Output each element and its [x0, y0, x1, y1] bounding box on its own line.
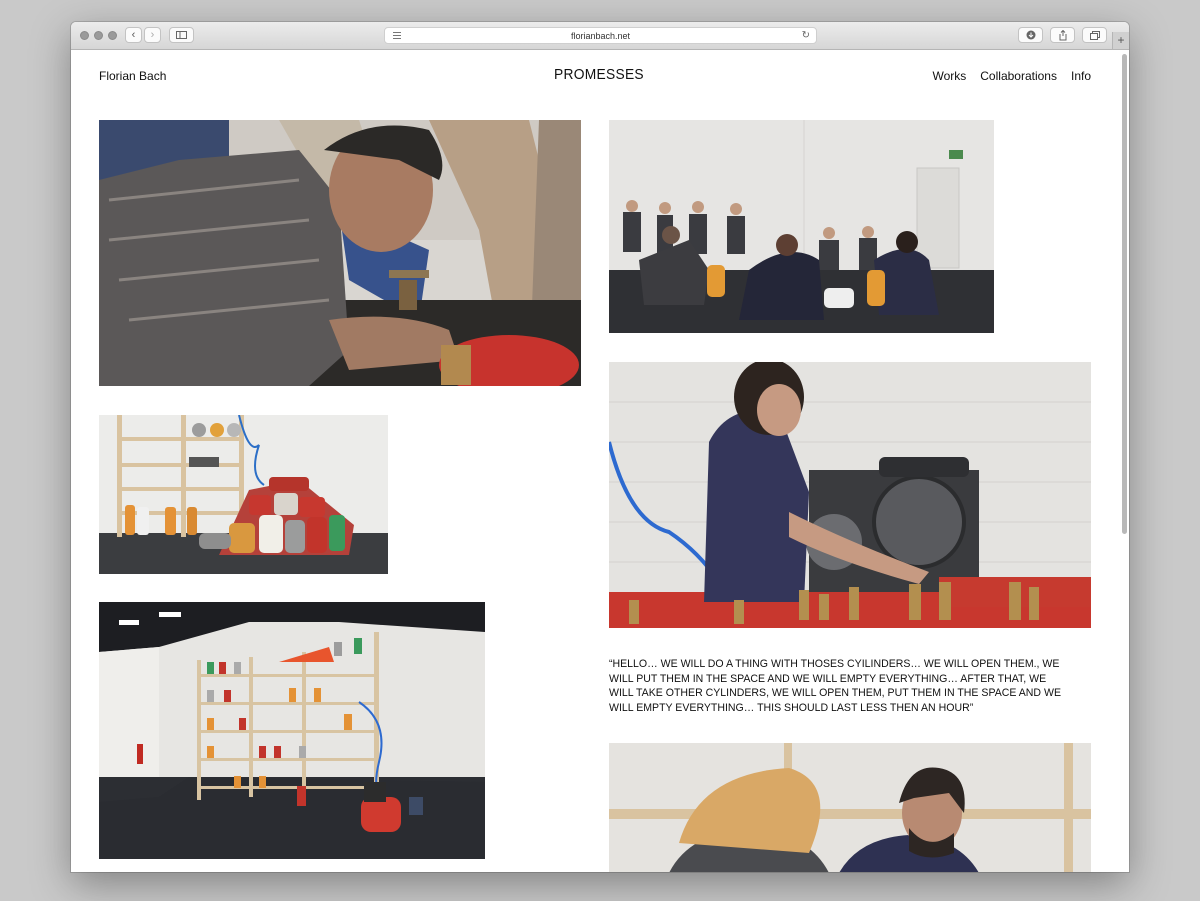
share-icon [1059, 29, 1066, 40]
photo-woman-at-compressor[interactable] [609, 362, 1091, 628]
photo-people-at-workbench[interactable] [609, 743, 1091, 872]
close-window-button[interactable] [80, 31, 89, 40]
sidebar-button[interactable] [169, 27, 194, 43]
site-name-link[interactable]: Florian Bach [99, 69, 166, 83]
photo-cylinder-pile-image [99, 415, 388, 574]
reader-icon[interactable] [393, 32, 401, 39]
download-icon [1026, 30, 1035, 40]
address-bar[interactable]: florianbach.net ↻ [384, 27, 817, 44]
page-title: PROMESSES [554, 66, 644, 83]
photo-audience-in-room[interactable] [609, 120, 994, 333]
download-button[interactable] [1018, 27, 1043, 43]
reload-icon[interactable]: ↻ [802, 30, 810, 41]
browser-window: ‹ › florianbach.net ↻ + Florian Bach PRO… [71, 22, 1129, 872]
tabs-button[interactable] [1082, 27, 1107, 43]
tabs-icon [1089, 30, 1100, 40]
photo-shelf-with-cylinders-image [99, 602, 485, 859]
browser-toolbar: ‹ › florianbach.net ↻ + [71, 22, 1129, 50]
photo-audience-in-room-image [609, 120, 994, 333]
photo-shelf-with-cylinders[interactable] [99, 602, 485, 859]
minimize-window-button[interactable] [94, 31, 103, 40]
scrollbar[interactable] [1122, 54, 1127, 534]
zoom-window-button[interactable] [108, 31, 117, 40]
photo-man-opening-cylinder[interactable] [99, 120, 581, 386]
back-button[interactable]: ‹ [125, 27, 142, 43]
photo-cylinder-pile[interactable] [99, 415, 388, 574]
back-icon: ‹ [131, 29, 136, 41]
photo-man-opening-cylinder-image [99, 120, 581, 386]
forward-icon: › [150, 29, 155, 41]
nav-info[interactable]: Info [1071, 69, 1091, 83]
forward-button[interactable]: › [144, 27, 161, 43]
photo-people-at-workbench-image [609, 743, 1091, 872]
nav-works[interactable]: Works [932, 69, 966, 83]
share-button[interactable] [1050, 27, 1075, 43]
web-page: Florian Bach PROMESSES Works Collaborati… [71, 50, 1129, 872]
photo-woman-at-compressor-image [609, 362, 1091, 628]
nav-collaborations[interactable]: Collaborations [980, 69, 1057, 83]
main-nav: Works Collaborations Info [932, 69, 1091, 83]
new-tab-icon[interactable]: + [1112, 32, 1129, 49]
sidebar-icon [176, 31, 187, 39]
url-text: florianbach.net [570, 30, 631, 41]
project-quote: “HELLO… WE WILL DO A THING WITH THOSES C… [609, 658, 1062, 714]
